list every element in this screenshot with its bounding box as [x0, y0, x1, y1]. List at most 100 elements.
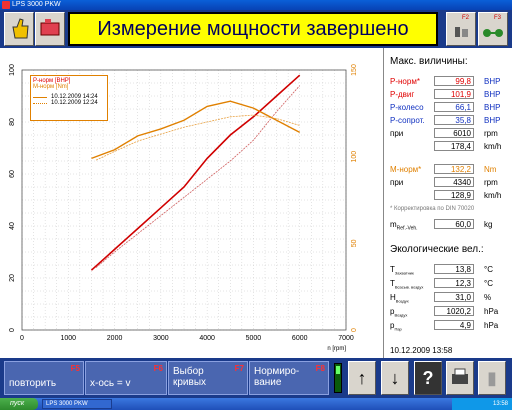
- din-note: * Корректировка по DIN 70020: [390, 206, 475, 212]
- eco-row-value: 12,3: [434, 278, 474, 288]
- x-tick-label: 0: [20, 335, 24, 342]
- max-row-label: M-норм*: [390, 165, 422, 174]
- bar-icon: ▮: [487, 368, 497, 388]
- max-row: M-норм* 132,2 Nm: [390, 164, 510, 175]
- eco-row-unit: hPa: [484, 307, 499, 316]
- eco-row: HВоздух 31,0%: [390, 292, 510, 304]
- select-curves-label: Выбор кривых: [173, 366, 207, 388]
- eco-row-label: pПар: [390, 321, 402, 332]
- repeat-button[interactable]: F5 повторить: [4, 361, 84, 395]
- max-row-value: 4340: [434, 177, 474, 187]
- series-line: [95, 85, 301, 268]
- select-curves-button[interactable]: F7 Выбор кривых: [168, 361, 248, 395]
- normalize-button[interactable]: F8 Нормиро-вание: [249, 361, 329, 395]
- eco-row: pПар 4,9 hPa: [390, 320, 510, 332]
- eco-row-label: TЗахватник: [390, 265, 414, 276]
- down-button[interactable]: ↓: [381, 361, 409, 395]
- max-row-value: 132,2: [434, 164, 474, 174]
- title-bar: LPS 3000 PKW: [0, 0, 512, 10]
- app-icon: [2, 1, 10, 9]
- max-row: P-сопрот. 35,8 BHP: [390, 115, 510, 126]
- taskbar: пуск LPS 3000 PKW 13:58: [0, 398, 512, 410]
- help-button[interactable]: ?: [414, 361, 442, 395]
- series-line: [95, 114, 300, 161]
- normalize-fkey: F8: [315, 364, 325, 373]
- max-row-value: 6010: [434, 128, 474, 138]
- eco-row: TВсасыв. воздух 12,3 °C: [390, 278, 510, 290]
- taskbar-app[interactable]: LPS 3000 PKW: [42, 399, 112, 409]
- eco-row: pВоздух 1020,2 hPa: [390, 306, 510, 318]
- max-row-label: при: [390, 178, 404, 187]
- max-row: P-двиг 101,9 BHP: [390, 89, 510, 100]
- max-row-value: 35,8: [434, 115, 474, 125]
- eco-row-value: 1020,2: [434, 306, 474, 316]
- mass-unit: kg: [484, 220, 493, 229]
- eco-row-unit: hPa: [484, 321, 499, 330]
- start-button[interactable]: пуск: [0, 398, 38, 410]
- eco-row-label: pВоздух: [390, 307, 408, 318]
- y-tick-label-right: 0: [351, 328, 358, 332]
- top-toolbar: Измерение мощности завершено F2 F3: [0, 10, 512, 48]
- max-row-label: P-норм*: [390, 77, 420, 86]
- print-button[interactable]: [446, 361, 474, 395]
- max-row: при 4340 rpm: [390, 177, 510, 188]
- x-tick-label: 1000: [60, 335, 76, 342]
- printer-icon: [452, 368, 468, 384]
- x-axis-label: n [rpm]: [327, 346, 346, 352]
- max-row: P-норм* 99,8 BHP: [390, 76, 510, 87]
- max-row-label: P-сопрот.: [390, 116, 425, 125]
- x-axis-button[interactable]: F6 x-ось = v: [85, 361, 167, 395]
- chart-legend: P-норм [BHP] M-норм [Nm] 10.12.2009 14:2…: [30, 75, 108, 121]
- eco-row-unit: %: [484, 293, 492, 302]
- f2-button[interactable]: F2: [446, 12, 476, 46]
- help-icon: ?: [422, 368, 434, 388]
- max-row-unit: km/h: [484, 191, 502, 200]
- mass-label: m: [390, 220, 397, 229]
- eco-row-label: TВсасыв. воздух: [390, 279, 424, 290]
- max-row-value: 128,9: [434, 190, 474, 200]
- power-chart-panel: 0 1000 2000 3000 4000 5000 6000 7000 0 20 40 60 80 10…: [0, 48, 383, 358]
- x-tick-label: 4000: [199, 335, 215, 342]
- max-row-unit: rpm: [484, 129, 498, 138]
- max-row-unit: BHP: [484, 77, 501, 86]
- max-row-value: 99,8: [434, 76, 474, 86]
- series-line: [90, 74, 301, 271]
- engine-button[interactable]: [35, 12, 65, 46]
- thumbs-up-button[interactable]: [4, 12, 34, 46]
- arrow-down-icon: ↓: [390, 368, 400, 388]
- eco-row-label: HВоздух: [390, 293, 409, 304]
- x-tick-label: 2000: [107, 335, 123, 342]
- y-tick-label-right: 100: [351, 151, 358, 163]
- max-row-unit: BHP: [484, 116, 501, 125]
- thumbs-up-icon: [12, 18, 29, 39]
- mass-value: 60,0: [434, 219, 474, 229]
- y-tick-label-left: 40: [9, 222, 16, 230]
- status-banner: Измерение мощности завершено: [68, 12, 438, 46]
- eco-title: Экологические вел.:: [390, 244, 484, 255]
- eco-row: TЗахватник 13,8 °C: [390, 264, 510, 276]
- max-row: при 6010 rpm: [390, 128, 510, 139]
- max-row: 178,4 km/h: [390, 141, 510, 152]
- select-curves-fkey: F7: [234, 364, 244, 373]
- x-axis-fkey: F6: [153, 364, 163, 373]
- y-tick-label-left: 60: [9, 170, 16, 178]
- engine-icon: [40, 19, 60, 36]
- max-row: 128,9 km/h: [390, 190, 510, 201]
- max-row-unit: Nm: [484, 165, 497, 174]
- normalize-label: Нормиро-вание: [254, 366, 300, 388]
- x-tick-label: 5000: [246, 335, 262, 342]
- bottom-toolbar: F5 повторить F6 x-ось = v F7 Выбор кривых F…: [0, 358, 512, 398]
- f3-label: F3: [494, 15, 502, 21]
- f3-button[interactable]: F3: [478, 12, 508, 46]
- repeat-fkey: F5: [70, 364, 80, 373]
- x-tick-label: 7000: [338, 335, 354, 342]
- y-tick-label-left: 0: [9, 328, 16, 332]
- f2-label: F2: [462, 15, 470, 21]
- max-row-label: P-колесо: [390, 103, 424, 112]
- x-tick-label: 6000: [292, 335, 308, 342]
- repeat-label: повторить: [9, 378, 57, 389]
- mass-row: mRef.-Veh. 60,0 kg: [390, 219, 510, 232]
- eco-row-value: 4,9: [434, 320, 474, 330]
- up-button[interactable]: ↑: [348, 361, 376, 395]
- disabled-button[interactable]: ▮: [478, 361, 506, 395]
